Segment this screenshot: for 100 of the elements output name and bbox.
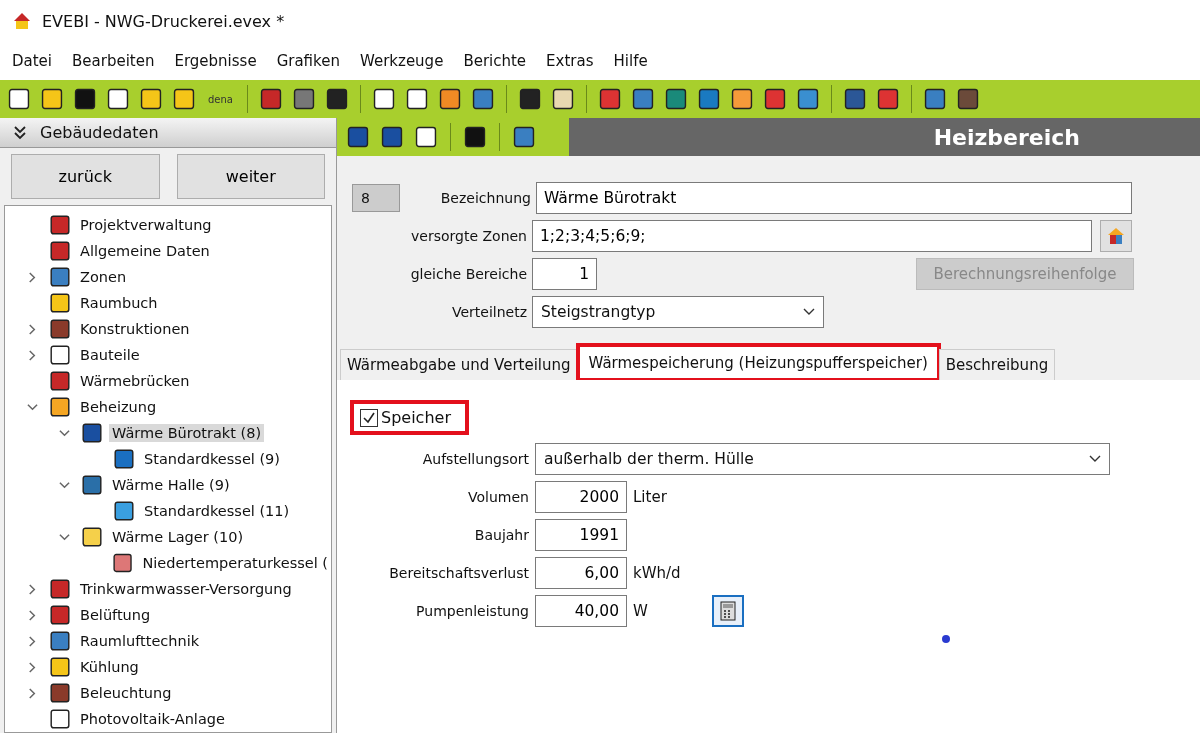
chevron-right-icon[interactable] — [26, 635, 38, 647]
chevron-down-icon[interactable] — [58, 427, 70, 439]
chevron-right-icon[interactable] — [26, 661, 38, 673]
field-label: Baujahr — [473, 527, 529, 543]
menu-item[interactable]: Datei — [2, 52, 63, 70]
dena-button[interactable]: dena — [204, 93, 237, 105]
tree-node-icon — [49, 318, 71, 340]
next-button[interactable]: weiter — [176, 154, 325, 199]
tree-item[interactable]: Raumbuch — [77, 294, 161, 312]
menu-item[interactable]: Berichte — [453, 52, 537, 70]
name-input[interactable]: Wärme Bürotrakt — [535, 182, 1132, 214]
unit-label: Liter — [633, 488, 667, 506]
field-label: Pumpenleistung — [415, 603, 529, 619]
tree-item[interactable]: Standardkessel (11) — [141, 502, 293, 520]
tree-node-icon — [113, 448, 135, 470]
tree-item[interactable]: Belüftung — [77, 606, 154, 624]
tree-item[interactable]: Wärme Bürotrakt (8) — [109, 424, 265, 442]
tree-item[interactable]: Wärmebrücken — [77, 372, 193, 390]
tree-node-icon — [81, 422, 103, 444]
tree-node-icon — [112, 552, 134, 574]
field-label: Volumen — [467, 489, 529, 505]
window-title: EVEBI - NWG-Druckerei.evex * — [42, 11, 285, 31]
storage-checkbox[interactable]: Speicher — [352, 402, 467, 433]
menu-item[interactable]: Grafiken — [266, 52, 350, 70]
network-dropdown[interactable]: Steigstrangtyp — [532, 296, 824, 328]
tree-item[interactable]: Niedertemperaturkessel ( — [139, 554, 331, 572]
tree-item[interactable]: Allgemeine Daten — [77, 242, 213, 260]
chevron-down-icon[interactable] — [58, 479, 70, 491]
dropdown-caret-icon — [1089, 455, 1101, 463]
dropdown-caret-icon — [803, 308, 815, 316]
tree-node-icon — [49, 682, 71, 704]
count-input[interactable]: 1 — [532, 258, 597, 290]
chevron-down-icon[interactable] — [26, 401, 38, 413]
tree-node-icon — [81, 526, 103, 548]
tree-item[interactable]: Standardkessel (9) — [141, 450, 283, 468]
number-input[interactable]: 2000 — [535, 481, 627, 513]
chevron-right-icon[interactable] — [26, 583, 38, 595]
menu-item[interactable]: Ergebnisse — [164, 52, 267, 70]
number-input[interactable]: 40,00 — [535, 595, 627, 627]
tab[interactable]: Wärmespeicherung (Heizungspufferspeicher) — [577, 345, 939, 380]
id-field: 8 — [352, 184, 400, 212]
tree-item[interactable]: Bauteile — [77, 346, 143, 364]
double-chevron-icon — [14, 125, 26, 140]
house-icon — [1106, 226, 1126, 246]
sidebar-header[interactable]: Gebäudedaten — [0, 118, 336, 148]
chevron-right-icon[interactable] — [26, 349, 38, 361]
field-label: Bereitschaftsverlust — [388, 565, 529, 581]
app-house-icon — [12, 11, 32, 31]
tree-item[interactable]: Zonen — [77, 268, 130, 286]
tree-item[interactable]: Trinkwarmwasser-Versorgung — [77, 580, 295, 598]
zone-picker-button[interactable] — [1100, 220, 1132, 252]
tree-node-icon — [81, 474, 103, 496]
menu-item[interactable]: Werkzeuge — [349, 52, 454, 70]
field-label: Aufstellungsort — [421, 451, 529, 467]
tree-item[interactable]: Wärme Lager (10) — [109, 528, 247, 546]
tree-node-icon — [49, 630, 71, 652]
field-label: gleiche Bereiche — [409, 266, 527, 282]
menu-item[interactable]: Extras — [536, 52, 604, 70]
tree-node-icon — [49, 292, 71, 314]
tree-node-icon — [49, 578, 71, 600]
menu-item[interactable]: Bearbeiten — [62, 52, 165, 70]
field-label: versorgte Zonen — [410, 228, 527, 244]
location-dropdown[interactable]: außerhalb der therm. Hülle — [535, 443, 1110, 475]
tree-item[interactable]: Beleuchtung — [77, 684, 175, 702]
field-label: Bezeichnung — [439, 190, 531, 206]
tree-item[interactable]: Photovoltaik-Anlage — [77, 710, 228, 728]
chevron-right-icon[interactable] — [26, 687, 38, 699]
unit-label: kWh/d — [633, 564, 681, 582]
dot-marker — [942, 635, 950, 643]
panel-title: Heizbereich — [933, 124, 1080, 150]
tree-item[interactable]: Konstruktionen — [77, 320, 193, 338]
calculator-button[interactable] — [711, 595, 744, 627]
tree-item[interactable]: Kühlung — [77, 658, 142, 676]
tree-node-icon — [49, 344, 71, 366]
tab[interactable]: Wärmeabgabe und Verteilung — [340, 349, 578, 380]
tree-item[interactable]: Wärme Halle (9) — [109, 476, 233, 494]
chevron-down-icon[interactable] — [58, 531, 70, 543]
tree-node-icon — [49, 656, 71, 678]
zones-input[interactable]: 1;2;3;4;5;6;9; — [532, 220, 1092, 252]
tree-item[interactable]: Projektverwaltung — [77, 216, 215, 234]
tree-node-icon — [49, 708, 71, 730]
sidebar-title: Gebäudedaten — [40, 123, 159, 142]
unit-label: W — [633, 602, 648, 620]
tree-node-icon — [49, 240, 71, 262]
field-label: Verteilnetz — [450, 304, 527, 320]
tree-item[interactable]: Raumlufttechnik — [77, 632, 203, 650]
tree-node-icon — [49, 266, 71, 288]
chevron-right-icon[interactable] — [26, 609, 38, 621]
menu-item[interactable]: Hilfe — [603, 52, 658, 70]
tree-item[interactable]: Beheizung — [77, 398, 160, 416]
tab[interactable]: Beschreibung — [938, 349, 1056, 380]
tree-node-icon — [49, 396, 71, 418]
tree-node-icon — [49, 214, 71, 236]
tree-node-icon — [49, 370, 71, 392]
tree-node-icon — [49, 604, 71, 626]
number-input[interactable]: 1991 — [535, 519, 627, 551]
chevron-right-icon[interactable] — [26, 271, 38, 283]
back-button[interactable]: zurück — [11, 154, 160, 199]
number-input[interactable]: 6,00 — [535, 557, 627, 589]
chevron-right-icon[interactable] — [26, 323, 38, 335]
